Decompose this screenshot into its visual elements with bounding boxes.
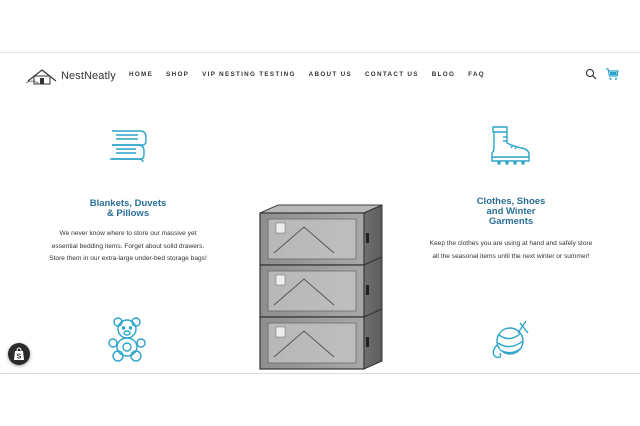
nav-item-about-us[interactable]: ABOUT US [309,71,352,78]
shopify-badge-icon[interactable]: S [8,343,30,365]
nav-item-contact-us[interactable]: CONTACT US [365,71,419,78]
boot-icon [491,126,530,165]
svg-text:S: S [17,354,22,361]
brand-name: NestNeatly [61,70,116,82]
feature-blankets-text: We never know where to store our massive… [24,228,232,266]
feature-title-line: Garments [488,216,534,227]
feature-blankets-title: Blankets, Duvets & Pillows [28,199,228,219]
feature-text-line: essential bedding items. Forget about so… [51,242,205,250]
site-header: NestNeatly HOME SHOP VIP NESTING TESTING… [0,53,640,97]
nav-item-home[interactable]: HOME [129,71,153,78]
site-logo[interactable]: NestNeatly [26,65,116,87]
search-icon[interactable] [585,68,597,80]
shopping-bag-icon: S [14,347,24,361]
blankets-icon [110,130,147,163]
house-logo-icon [26,69,57,85]
feature-text-line: Keep the clothes you are using at hand a… [429,240,593,247]
feature-text-line: We never know where to store our massive… [59,230,197,237]
nav-item-vip-nesting-testing[interactable]: VIP NESTING TESTING [202,71,296,78]
feature-text-line: all the seasonal items until the next wi… [432,252,590,260]
cart-icon[interactable] [605,67,619,81]
nav-item-blog[interactable]: BLOG [432,71,455,78]
teddy-bear-icon [108,317,146,362]
storage-bags-product-image [259,204,383,370]
nav-item-faq[interactable]: FAQ [468,71,485,78]
main-nav: HOME SHOP VIP NESTING TESTING ABOUT US C… [129,71,498,78]
feature-clothes-text: Keep the clothes you are using at hand a… [404,238,618,263]
feature-title-line: & Pillows [106,208,150,219]
page-viewport: NestNeatly HOME SHOP VIP NESTING TESTING… [0,52,640,374]
nav-item-shop[interactable]: SHOP [166,71,189,78]
yarn-ball-icon [492,320,529,359]
feature-clothes-title: Clothes, Shoes and Winter Garments [406,197,616,227]
feature-text-line: Store them in our extra-large under-bed … [49,255,207,262]
